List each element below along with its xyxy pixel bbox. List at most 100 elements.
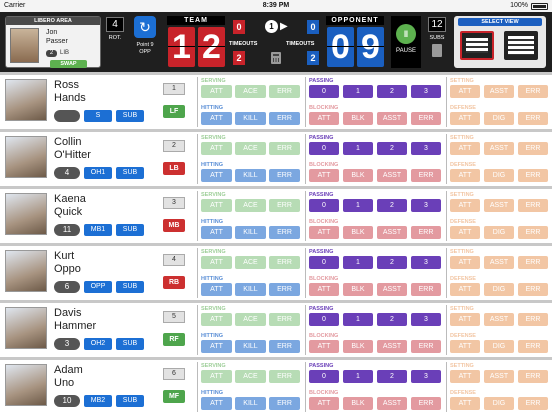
view-list-button[interactable] [460, 31, 494, 60]
hitting-kill-button[interactable]: KILL [235, 226, 266, 239]
setting-err-button[interactable]: ERR [518, 85, 548, 98]
serving-err-button[interactable]: ERR [269, 256, 300, 269]
defense-att-button[interactable]: ATT [450, 397, 480, 410]
blocking-blk-button[interactable]: BLK [343, 340, 373, 353]
serving-err-button[interactable]: ERR [269, 370, 300, 383]
hitting-kill-button[interactable]: KILL [235, 169, 266, 182]
passing-3-button[interactable]: 3 [411, 313, 441, 326]
defense-dig-button[interactable]: DIG [484, 340, 514, 353]
serving-err-button[interactable]: ERR [269, 313, 300, 326]
view-grid-button[interactable] [504, 31, 538, 60]
defense-err-button[interactable]: ERR [518, 226, 548, 239]
defense-err-button[interactable]: ERR [518, 397, 548, 410]
defense-err-button[interactable]: ERR [518, 169, 548, 182]
blocking-att-button[interactable]: ATT [309, 340, 339, 353]
serving-att-button[interactable]: ATT [201, 370, 232, 383]
setting-err-button[interactable]: ERR [518, 256, 548, 269]
hitting-kill-button[interactable]: KILL [235, 112, 266, 125]
pause-button[interactable]: ‖ PAUSE [391, 16, 421, 68]
blocking-blk-button[interactable]: BLK [343, 112, 373, 125]
blocking-att-button[interactable]: ATT [309, 226, 339, 239]
blocking-att-button[interactable]: ATT [309, 112, 339, 125]
blocking-att-button[interactable]: ATT [309, 397, 339, 410]
passing-3-button[interactable]: 3 [411, 142, 441, 155]
player-row[interactable]: Adam Uno 10 MB2 SUB 6 MF SERVING ATT ACE ERR HITTIN… [0, 360, 552, 414]
subs-counter[interactable]: 12 SUBS [428, 17, 446, 61]
setting-asst-button[interactable]: ASST [484, 256, 514, 269]
libero-area[interactable]: LIBERO AREA Jon Passer 2 LIB SWAP [5, 16, 101, 68]
serving-att-button[interactable]: ATT [201, 199, 232, 212]
defense-dig-button[interactable]: DIG [484, 112, 514, 125]
player-position-button[interactable]: OPP [84, 281, 112, 293]
setting-asst-button[interactable]: ASST [484, 370, 514, 383]
hitting-att-button[interactable]: ATT [201, 283, 232, 296]
blocking-att-button[interactable]: ATT [309, 283, 339, 296]
passing-2-button[interactable]: 2 [377, 313, 407, 326]
opponent-score-ones[interactable]: 9 [357, 27, 384, 67]
passing-1-button[interactable]: 1 [343, 370, 373, 383]
passing-3-button[interactable]: 3 [411, 199, 441, 212]
calculator-icon[interactable] [271, 52, 281, 64]
blocking-err-button[interactable]: ERR [411, 112, 441, 125]
rotation[interactable]: 4 ROT. [106, 17, 124, 43]
setting-asst-button[interactable]: ASST [484, 199, 514, 212]
player-row[interactable]: Kaena Quick 11 MB1 SUB 3 MB SERVING ATT ACE ERR HIT… [0, 189, 552, 243]
player-position-button[interactable]: MB1 [84, 224, 112, 236]
defense-att-button[interactable]: ATT [450, 112, 480, 125]
hitting-err-button[interactable]: ERR [269, 169, 300, 182]
team-score-ones[interactable]: 2 [198, 27, 225, 67]
passing-0-button[interactable]: 0 [309, 142, 339, 155]
serving-ace-button[interactable]: ACE [235, 142, 266, 155]
hitting-att-button[interactable]: ATT [201, 397, 232, 410]
setting-asst-button[interactable]: ASST [484, 313, 514, 326]
player-row[interactable]: Collin O'Hitter 4 OH1 SUB 2 LB SERVING ATT ACE ERR… [0, 132, 552, 186]
setting-att-button[interactable]: ATT [450, 313, 480, 326]
hitting-err-button[interactable]: ERR [269, 226, 300, 239]
passing-0-button[interactable]: 0 [309, 85, 339, 98]
defense-att-button[interactable]: ATT [450, 169, 480, 182]
team-timeouts[interactable]: 2 [233, 51, 245, 65]
defense-dig-button[interactable]: DIG [484, 169, 514, 182]
setting-asst-button[interactable]: ASST [484, 142, 514, 155]
passing-3-button[interactable]: 3 [411, 370, 441, 383]
setting-err-button[interactable]: ERR [518, 199, 548, 212]
sub-button[interactable]: SUB [116, 167, 144, 179]
setting-asst-button[interactable]: ASST [484, 85, 514, 98]
blocking-err-button[interactable]: ERR [411, 169, 441, 182]
blocking-att-button[interactable]: ATT [309, 169, 339, 182]
blocking-asst-button[interactable]: ASST [377, 397, 407, 410]
serving-att-button[interactable]: ATT [201, 142, 232, 155]
passing-0-button[interactable]: 0 [309, 256, 339, 269]
blocking-asst-button[interactable]: ASST [377, 169, 407, 182]
serving-err-button[interactable]: ERR [269, 142, 300, 155]
setting-err-button[interactable]: ERR [518, 142, 548, 155]
serving-att-button[interactable]: ATT [201, 256, 232, 269]
hitting-att-button[interactable]: ATT [201, 226, 232, 239]
blocking-err-button[interactable]: ERR [411, 340, 441, 353]
serving-att-button[interactable]: ATT [201, 313, 232, 326]
passing-0-button[interactable]: 0 [309, 313, 339, 326]
defense-err-button[interactable]: ERR [518, 340, 548, 353]
player-position-button[interactable]: OH1 [84, 167, 112, 179]
player-row[interactable]: Davis Hammer 3 OH2 SUB 5 RF SERVING ATT ACE ERR HIT… [0, 303, 552, 357]
blocking-blk-button[interactable]: BLK [343, 226, 373, 239]
player-row[interactable]: Kurt Oppo 6 OPP SUB 4 RB SERVING ATT ACE ERR HITTIN… [0, 246, 552, 300]
setting-err-button[interactable]: ERR [518, 313, 548, 326]
serve-indicator[interactable]: ↻ Point 9 OPP [131, 16, 159, 66]
blocking-err-button[interactable]: ERR [411, 397, 441, 410]
hitting-att-button[interactable]: ATT [201, 169, 232, 182]
passing-2-button[interactable]: 2 [377, 199, 407, 212]
hitting-err-button[interactable]: ERR [269, 283, 300, 296]
serving-ace-button[interactable]: ACE [235, 85, 266, 98]
defense-err-button[interactable]: ERR [518, 112, 548, 125]
blocking-asst-button[interactable]: ASST [377, 112, 407, 125]
swap-button[interactable]: SWAP [50, 60, 87, 68]
blocking-asst-button[interactable]: ASST [377, 226, 407, 239]
passing-1-button[interactable]: 1 [343, 313, 373, 326]
blocking-blk-button[interactable]: BLK [343, 169, 373, 182]
setting-att-button[interactable]: ATT [450, 256, 480, 269]
sub-button[interactable]: SUB [116, 338, 144, 350]
passing-1-button[interactable]: 1 [343, 142, 373, 155]
defense-att-button[interactable]: ATT [450, 283, 480, 296]
sub-button[interactable]: SUB [116, 281, 144, 293]
